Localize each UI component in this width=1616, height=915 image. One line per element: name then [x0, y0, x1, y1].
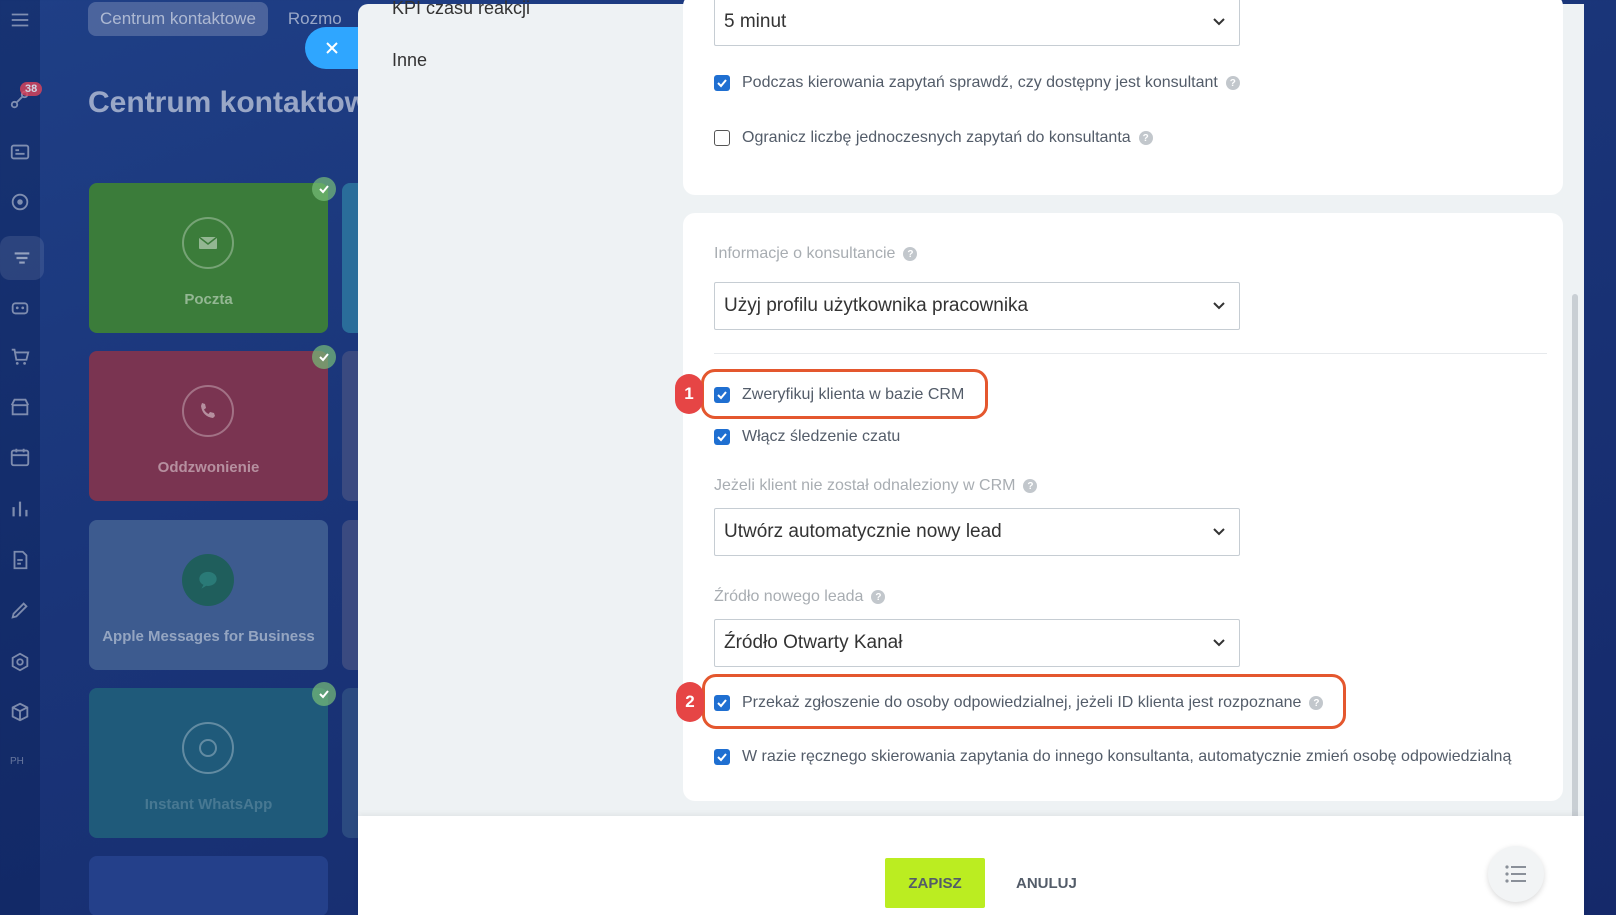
nav-item-kpi[interactable]: KPI czasu reakcji: [392, 0, 530, 19]
chevron-down-icon: [1213, 18, 1225, 26]
menu-button[interactable]: [1488, 846, 1544, 902]
annotation-highlight-2: [702, 674, 1346, 729]
checkbox-checked[interactable]: [714, 749, 730, 765]
checkbox-label: Ogranicz liczbę jednoczesnych zapytań do…: [742, 129, 1131, 146]
check-icon: [312, 682, 336, 706]
annotation-number-1: 1: [675, 374, 703, 414]
help-icon[interactable]: ?: [1138, 131, 1153, 145]
document-edit-icon[interactable]: [8, 548, 32, 572]
tile-label: Apple Messages for Business: [102, 628, 315, 645]
consultant-info-select[interactable]: Użyj profilu użytkownika pracownika: [714, 282, 1240, 330]
pencil-icon[interactable]: [8, 598, 32, 622]
lead-source-select[interactable]: Źródło Otwarty Kanał: [714, 619, 1240, 667]
label-text: Źródło nowego leada: [714, 588, 864, 605]
check-icon: [312, 177, 336, 201]
tile-next: [89, 856, 328, 915]
label-text: Jeżeli klient nie został odnaleziony w C…: [714, 477, 1016, 494]
close-icon: [326, 42, 338, 54]
contact-center-icon[interactable]: [0, 236, 44, 280]
save-button[interactable]: ZAPISZ: [885, 858, 985, 908]
tile-label: Oddzwonienie: [157, 459, 260, 476]
check-consultant-row[interactable]: Podczas kierowania zapytań sprawdź, czy …: [714, 74, 1240, 92]
help-icon[interactable]: ?: [1225, 76, 1240, 90]
not-found-label: Jeżeli klient nie został odnaleziony w C…: [714, 477, 1038, 495]
whatsapp-icon: [182, 722, 234, 774]
newsfeed-icon[interactable]: [8, 140, 32, 164]
select-value: Źródło Otwarty Kanał: [724, 632, 903, 653]
chevron-down-icon: [1213, 302, 1225, 310]
select-value: Użyj profilu użytkownika pracownika: [724, 295, 1029, 316]
envelope-icon: [182, 217, 234, 269]
store-icon[interactable]: [8, 395, 32, 419]
hexagon-icon[interactable]: [8, 650, 32, 674]
checkbox-checked[interactable]: [714, 75, 730, 91]
target-icon[interactable]: [8, 190, 32, 214]
nav-item-other[interactable]: Inne: [392, 50, 427, 71]
robot-icon[interactable]: [8, 295, 32, 319]
rail-text-item[interactable]: PH: [10, 756, 24, 767]
change-responsible-row[interactable]: W razie ręcznego skierowania zapytania d…: [714, 748, 1511, 766]
cancel-button[interactable]: ANULUJ: [1004, 858, 1089, 908]
chevron-down-icon: [1213, 528, 1225, 536]
tile-label: Poczta: [184, 291, 233, 308]
checkbox-label: W razie ręcznego skierowania zapytania d…: [742, 748, 1512, 765]
notification-badge: 38: [20, 82, 43, 96]
select-value: Utwórz automatycznie nowy lead: [724, 521, 1002, 542]
background-page-title: Centrum kontaktow: [88, 86, 369, 119]
calendar-icon[interactable]: [8, 445, 32, 469]
lead-source-label: Źródło nowego leada ?: [714, 588, 886, 606]
tile-mail: Poczta: [89, 177, 336, 333]
limit-requests-row[interactable]: Ogranicz liczbę jednoczesnych zapytań do…: [714, 129, 1153, 147]
chart-icon[interactable]: [8, 497, 32, 521]
checkbox-label: Podczas kierowania zapytań sprawdź, czy …: [742, 74, 1218, 91]
select-value: 5 minut: [724, 11, 787, 32]
queue-settings-card: 5 minut Podczas kierowania zapytań spraw…: [683, 0, 1563, 195]
tile-instant-whatsapp: Instant WhatsApp: [89, 682, 336, 838]
tile-label: Instant WhatsApp: [144, 796, 273, 813]
phone-icon: [182, 385, 234, 437]
chevron-down-icon: [1213, 639, 1225, 647]
not-found-action-select[interactable]: Utwórz automatycznie nowy lead: [714, 508, 1240, 556]
scrollbar[interactable]: [1572, 294, 1578, 821]
settings-slider-panel: KPI czasu reakcji Inne 5 minut Podczas k…: [358, 0, 1584, 915]
annotation-highlight-1: [701, 369, 988, 419]
check-icon: [312, 345, 336, 369]
label-text: Informacje o konsultancie: [714, 245, 896, 262]
list-menu-icon: [1505, 865, 1526, 883]
slider-footer: ZAPISZ ANULUJ: [358, 816, 1584, 915]
tile-callback: Oddzwonienie: [89, 345, 336, 501]
chat-tracking-row[interactable]: Włącz śledzenie czatu: [714, 428, 900, 446]
response-time-select[interactable]: 5 minut: [714, 0, 1240, 46]
tab-contact-center: Centrum kontaktowe: [88, 2, 268, 36]
tile-apple-messages: Apple Messages for Business: [89, 520, 328, 670]
checkbox-label: Włącz śledzenie czatu: [742, 428, 901, 445]
help-icon[interactable]: ?: [903, 247, 918, 261]
hamburger-menu-icon[interactable]: [8, 8, 32, 32]
left-icon-rail: 38 PH: [0, 0, 44, 915]
help-icon[interactable]: ?: [871, 590, 886, 604]
checkbox-checked[interactable]: [714, 429, 730, 445]
section-divider: [714, 353, 1547, 354]
annotation-number-2: 2: [676, 682, 704, 722]
speech-bubble-icon: [182, 554, 234, 606]
cart-icon[interactable]: [8, 345, 32, 369]
checkbox-unchecked[interactable]: [714, 130, 730, 146]
cube-icon[interactable]: [8, 700, 32, 724]
consultant-info-label: Informacje o konsultancie ?: [714, 245, 918, 263]
help-icon[interactable]: ?: [1023, 479, 1038, 493]
close-slider-button[interactable]: [305, 27, 365, 69]
